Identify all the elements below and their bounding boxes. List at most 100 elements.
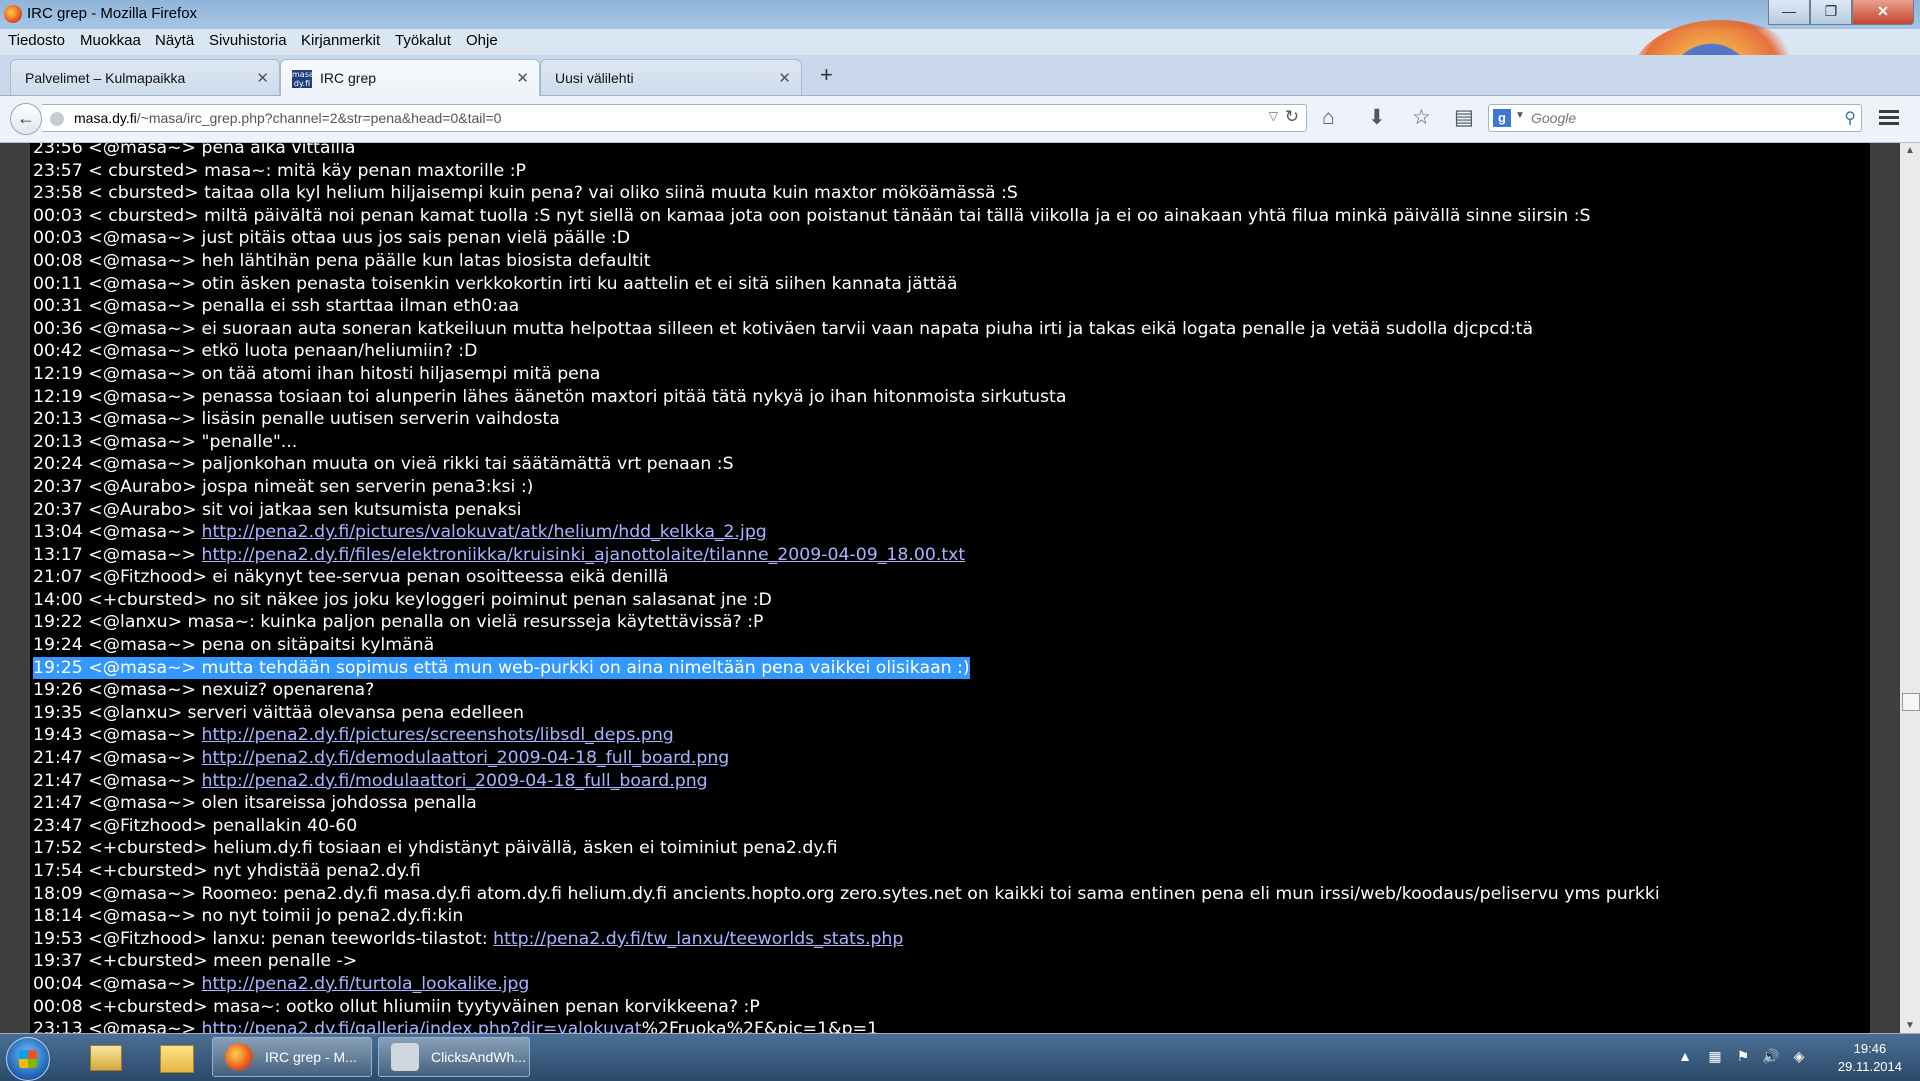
- log-line-text: 18:14 <@masa~> no nyt toimii jo pena2.dy…: [33, 906, 464, 927]
- log-link[interactable]: http://pena2.dy.fi/pictures/valokuvat/at…: [202, 522, 767, 542]
- log-line: 17:52 <+cbursted> helium.dy.fi tosiaan e…: [33, 837, 1660, 860]
- system-clock[interactable]: 19:46 29.11.2014: [1838, 1040, 1902, 1076]
- log-line-text: 19:25 <@masa~> mutta tehdään sopimus ett…: [33, 656, 970, 680]
- log-line-text: 00:04 <@masa~> http://pena2.dy.fi/turtol…: [33, 973, 530, 994]
- back-button[interactable]: ←: [10, 103, 42, 135]
- page-scrollbar[interactable]: ▲ ▼: [1900, 143, 1920, 1033]
- network-icon[interactable]: ▦: [1706, 1048, 1724, 1066]
- log-link[interactable]: http://pena2.dy.fi/demodulaattori_2009-0…: [202, 748, 730, 768]
- log-line: 21:47 <@masa~> http://pena2.dy.fi/modula…: [33, 770, 1660, 793]
- log-lines: 23:56 <@masa~> pena aika vittailia 23:57 …: [33, 143, 1660, 1033]
- google-icon[interactable]: g: [1493, 109, 1511, 127]
- log-link[interactable]: http://pena2.dy.fi/files/elektroniikka/k…: [202, 545, 966, 565]
- log-line: 23:56 <@masa~> pena aika vittailia: [33, 143, 1660, 160]
- log-line-text: 00:31 <@masa~> penalla ei ssh starttaa i…: [33, 296, 520, 317]
- log-line-text: 19:37 <+cbursted> meen penalle ->: [33, 951, 358, 972]
- menu-history[interactable]: Sivuhistoria: [209, 32, 287, 49]
- log-line-text: 23:58 < cbursted> taitaa olla kyl helium…: [33, 183, 1018, 204]
- search-magnifier-icon[interactable]: ⚲: [1844, 108, 1856, 128]
- tab-irc-grep[interactable]: masa dy.fi IRC grep ✕: [280, 59, 540, 96]
- window-titlebar[interactable]: IRC grep - Mozilla Firefox — ❐ ✕: [0, 0, 1920, 29]
- menu-view[interactable]: Näytä: [155, 32, 194, 49]
- volume-icon[interactable]: 🔊: [1762, 1048, 1780, 1066]
- log-line-text: 19:24 <@masa~> pena on sitäpaitsi kylmän…: [33, 635, 435, 656]
- new-tab-button[interactable]: +: [820, 62, 833, 88]
- close-window-button[interactable]: ✕: [1852, 0, 1914, 25]
- bookmarks-menu-icon[interactable]: ▤: [1454, 106, 1474, 130]
- maximize-button[interactable]: ❐: [1810, 0, 1852, 25]
- scroll-grip[interactable]: [1902, 693, 1920, 711]
- log-link[interactable]: http://pena2.dy.fi/modulaattori_2009-04-…: [202, 771, 708, 791]
- log-link[interactable]: http://pena2.dy.fi/pictures/screenshots/…: [202, 725, 674, 745]
- url-path: /~masa/irc_grep.php?channel=2&str=pena&h…: [136, 110, 502, 126]
- clock-date: 29.11.2014: [1837, 1059, 1902, 1074]
- log-link[interactable]: http://pena2.dy.fi/turtola_lookalike.jpg: [202, 974, 530, 994]
- log-line-text: 20:24 <@masa~> paljonkohan muuta on vieä…: [33, 454, 734, 475]
- reload-icon[interactable]: ↻: [1285, 107, 1299, 127]
- home-icon[interactable]: ⌂: [1322, 106, 1335, 130]
- log-line-text: 17:54 <+cbursted> nyt yhdistää pena2.dy.…: [33, 861, 421, 881]
- tab-strip: Palvelimet – Kulmapaikka ✕ masa dy.fi IR…: [0, 55, 1920, 96]
- action-center-icon[interactable]: ⚑: [1734, 1048, 1752, 1066]
- log-line-text: 20:37 <@Aurabo> sit voi jatkaa sen kutsu…: [33, 499, 522, 520]
- log-line: 19:35 <@lanxu> serveri väittää olevansa …: [33, 702, 1660, 725]
- scroll-down-icon[interactable]: ▼: [1905, 1020, 1915, 1031]
- hamburger-menu-icon[interactable]: [1877, 107, 1901, 131]
- menu-file[interactable]: Tiedosto: [8, 32, 65, 49]
- close-tab-icon[interactable]: ✕: [778, 69, 791, 87]
- tab-new-tab[interactable]: Uusi välilehti ✕: [540, 59, 802, 95]
- address-bar[interactable]: masa.dy.fi/~masa/irc_grep.php?channel=2&…: [42, 104, 1307, 132]
- log-line: 00:04 <@masa~> http://pena2.dy.fi/turtol…: [33, 973, 1660, 996]
- log-line-text: 12:19 <@masa~> on tää atomi ihan hitosti…: [33, 363, 601, 384]
- log-line-text: 21:07 <@Fitzhood> ei näkynyt tee-servua …: [33, 567, 669, 588]
- close-tab-icon[interactable]: ✕: [516, 69, 529, 87]
- log-line: 19:24 <@masa~> pena on sitäpaitsi kylmän…: [33, 634, 1660, 657]
- taskbar-irc-client[interactable]: ClicksAndWh...: [378, 1037, 530, 1077]
- menu-tools[interactable]: Työkalut: [395, 32, 451, 49]
- log-line: 20:37 <@Aurabo> jospa nimeät sen serveri…: [33, 476, 1660, 499]
- start-button[interactable]: [6, 1037, 50, 1081]
- downloads-icon[interactable]: ⬇: [1368, 106, 1386, 130]
- taskbar-firefox[interactable]: IRC grep - M...: [212, 1037, 372, 1077]
- log-line-text: 23:47 <@Fitzhood> penallakin 40-60: [33, 815, 358, 836]
- tab-label: IRC grep: [320, 70, 377, 86]
- log-link[interactable]: http://pena2.dy.fi/galleria/index.php?di…: [202, 1019, 642, 1033]
- scroll-up-icon[interactable]: ▲: [1905, 145, 1915, 156]
- log-line-text: 00:03 <@masa~> just pitäis ottaa uus jos…: [33, 228, 631, 249]
- search-bar[interactable]: g ▼ Google ⚲: [1488, 104, 1862, 132]
- log-line: 20:13 <@masa~> "penalle"...: [33, 431, 1660, 454]
- log-link[interactable]: http://pena2.dy.fi/tw_lanxu/teeworlds_st…: [493, 929, 903, 949]
- menu-bookmarks[interactable]: Kirjanmerkit: [301, 32, 380, 49]
- log-line: 21:47 <@masa~> http://pena2.dy.fi/demodu…: [33, 747, 1660, 770]
- tab-label: Palvelimet – Kulmapaikka: [25, 70, 186, 86]
- log-line: 00:31 <@masa~> penalla ei ssh starttaa i…: [33, 295, 1660, 318]
- history-dropdown-icon[interactable]: ▽: [1269, 109, 1278, 123]
- tray-overflow-icon[interactable]: ▲: [1676, 1048, 1694, 1066]
- tab-palvelimet[interactable]: Palvelimet – Kulmapaikka ✕: [10, 59, 280, 95]
- log-line: 00:42 <@masa~> etkö luota penaan/heliumi…: [33, 340, 1660, 363]
- log-line: 21:07 <@Fitzhood> ei näkynyt tee-servua …: [33, 566, 1660, 589]
- page-content: 23:56 <@masa~> pena aika vittailia 23:57 …: [0, 143, 1920, 1033]
- log-line-text: 21:47 <@masa~> http://pena2.dy.fi/demodu…: [33, 748, 730, 769]
- navigation-toolbar: ← masa.dy.fi/~masa/irc_grep.php?channel=…: [0, 96, 1920, 143]
- back-arrow-icon: ←: [17, 108, 35, 128]
- log-line-text: 21:47 <@masa~> http://pena2.dy.fi/modula…: [33, 770, 708, 791]
- search-engine-dropdown-icon[interactable]: ▼: [1515, 110, 1525, 121]
- bookmark-star-icon[interactable]: ☆: [1412, 106, 1431, 130]
- window-title: IRC grep - Mozilla Firefox: [27, 5, 198, 22]
- log-line-text: 20:37 <@Aurabo> jospa nimeät sen serveri…: [33, 476, 534, 497]
- explorer-pinned-icon[interactable]: [76, 1037, 134, 1077]
- log-line: 00:11 <@masa~> otin äsken penasta toisen…: [33, 273, 1660, 296]
- window-controls: — ❐ ✕: [1768, 0, 1914, 25]
- close-tab-icon[interactable]: ✕: [256, 69, 269, 87]
- log-line-text: 13:17 <@masa~> http://pena2.dy.fi/files/…: [33, 544, 966, 565]
- log-line: 17:54 <+cbursted> nyt yhdistää pena2.dy.…: [33, 860, 1660, 883]
- url-text[interactable]: masa.dy.fi/~masa/irc_grep.php?channel=2&…: [74, 110, 501, 126]
- folder-pinned-icon[interactable]: [146, 1037, 204, 1077]
- log-line: 00:08 <@masa~> heh lähtihän pena päälle …: [33, 250, 1660, 273]
- language-icon[interactable]: ◈: [1790, 1048, 1808, 1066]
- menu-help[interactable]: Ohje: [466, 32, 498, 49]
- site-identity-icon[interactable]: [50, 112, 64, 126]
- minimize-button[interactable]: —: [1768, 0, 1810, 25]
- menu-edit[interactable]: Muokkaa: [80, 32, 141, 49]
